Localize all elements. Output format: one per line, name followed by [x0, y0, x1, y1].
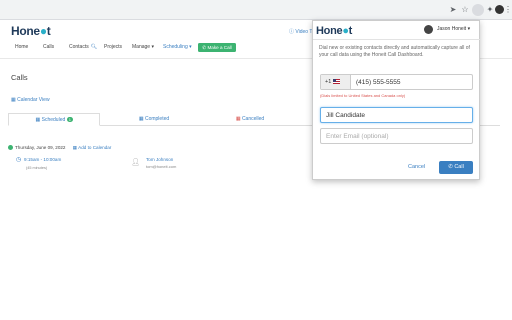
us-flag-icon — [332, 79, 340, 85]
nav-projects[interactable]: Projects — [104, 44, 122, 50]
nav-home[interactable]: Home — [15, 44, 28, 50]
chevron-down-icon: ▾ — [150, 44, 154, 50]
puzzle-icon[interactable]: ✦ — [485, 5, 495, 15]
popup-logo: Hone●t — [316, 25, 353, 37]
chevron-down-icon: ▾ — [187, 44, 192, 50]
phone-field-group: +1 — [320, 74, 473, 90]
scheduled-count-badge: 1 — [67, 117, 73, 123]
call-duration: (45 minutes) — [26, 166, 48, 170]
user-avatar — [424, 25, 433, 34]
chevron-down-icon: ▾ — [466, 26, 471, 32]
honeit-extension-popup: Hone●t Jason Honeit ▾ Dial new or existi… — [312, 20, 481, 180]
star-icon[interactable]: ☆ — [460, 5, 470, 15]
popup-description: Dial new or existing contacts directly a… — [319, 45, 470, 58]
search-icon[interactable]: 🔍︎ — [91, 44, 97, 50]
nav-calls[interactable]: Calls — [43, 44, 54, 50]
calendar-view-link[interactable]: ▦ Calendar View — [11, 97, 50, 103]
honeit-logo[interactable]: Hone●t — [11, 24, 51, 38]
name-input[interactable] — [320, 107, 473, 123]
nav-manage[interactable]: Manage ▾ — [132, 44, 154, 50]
extension-active-icon[interactable] — [472, 4, 484, 16]
contact-email: tom@honeit.com — [146, 164, 177, 169]
send-icon[interactable]: ➤ — [448, 5, 458, 15]
nav-contacts[interactable]: Contacts 🔍︎ — [69, 44, 97, 50]
phone-input[interactable] — [351, 75, 472, 89]
user-icon: 👤︎ — [131, 159, 140, 166]
tab-scheduled[interactable]: ▦ Scheduled 1 — [8, 113, 100, 126]
add-to-calendar-link[interactable]: ▦ Add to Calendar — [73, 145, 112, 150]
call-button[interactable]: ✆ Call — [439, 161, 473, 174]
tab-cancelled[interactable]: ▦ Cancelled — [204, 113, 296, 126]
page-title: Calls — [11, 73, 28, 82]
status-dot — [8, 145, 13, 151]
nav-scheduling[interactable]: Scheduling ▾ — [163, 44, 192, 50]
date-label: Thursday, June 09, 2022 — [15, 145, 66, 150]
popup-divider — [313, 39, 481, 40]
cancel-button[interactable]: Cancel — [408, 164, 425, 170]
user-menu[interactable]: Jason Honeit ▾ — [437, 26, 470, 32]
call-entry[interactable]: ◷ 9:15am - 10:00am (45 minutes) 👤︎ Tom J… — [16, 156, 316, 176]
date-row: Thursday, June 09, 2022 ▦ Add to Calenda… — [8, 145, 111, 151]
browser-toolbar: ➤ ☆ ✦ ⋮ — [0, 0, 512, 20]
call-time: 9:15am - 10:00am — [24, 157, 62, 162]
country-code-select[interactable]: +1 — [321, 75, 351, 89]
menu-icon[interactable]: ⋮ — [503, 5, 512, 15]
contact-name[interactable]: Tom Johnson — [146, 157, 173, 162]
clock-icon: ◷ — [16, 157, 22, 163]
email-input[interactable] — [320, 128, 473, 144]
phone-limit-note: (Dials limited to United States and Cana… — [320, 93, 406, 98]
tab-completed[interactable]: ▦ Completed — [108, 113, 200, 126]
make-call-button[interactable]: ✆ Make a Call — [198, 43, 236, 52]
video-tutorials-link[interactable]: ⓘ Video T — [289, 28, 312, 35]
